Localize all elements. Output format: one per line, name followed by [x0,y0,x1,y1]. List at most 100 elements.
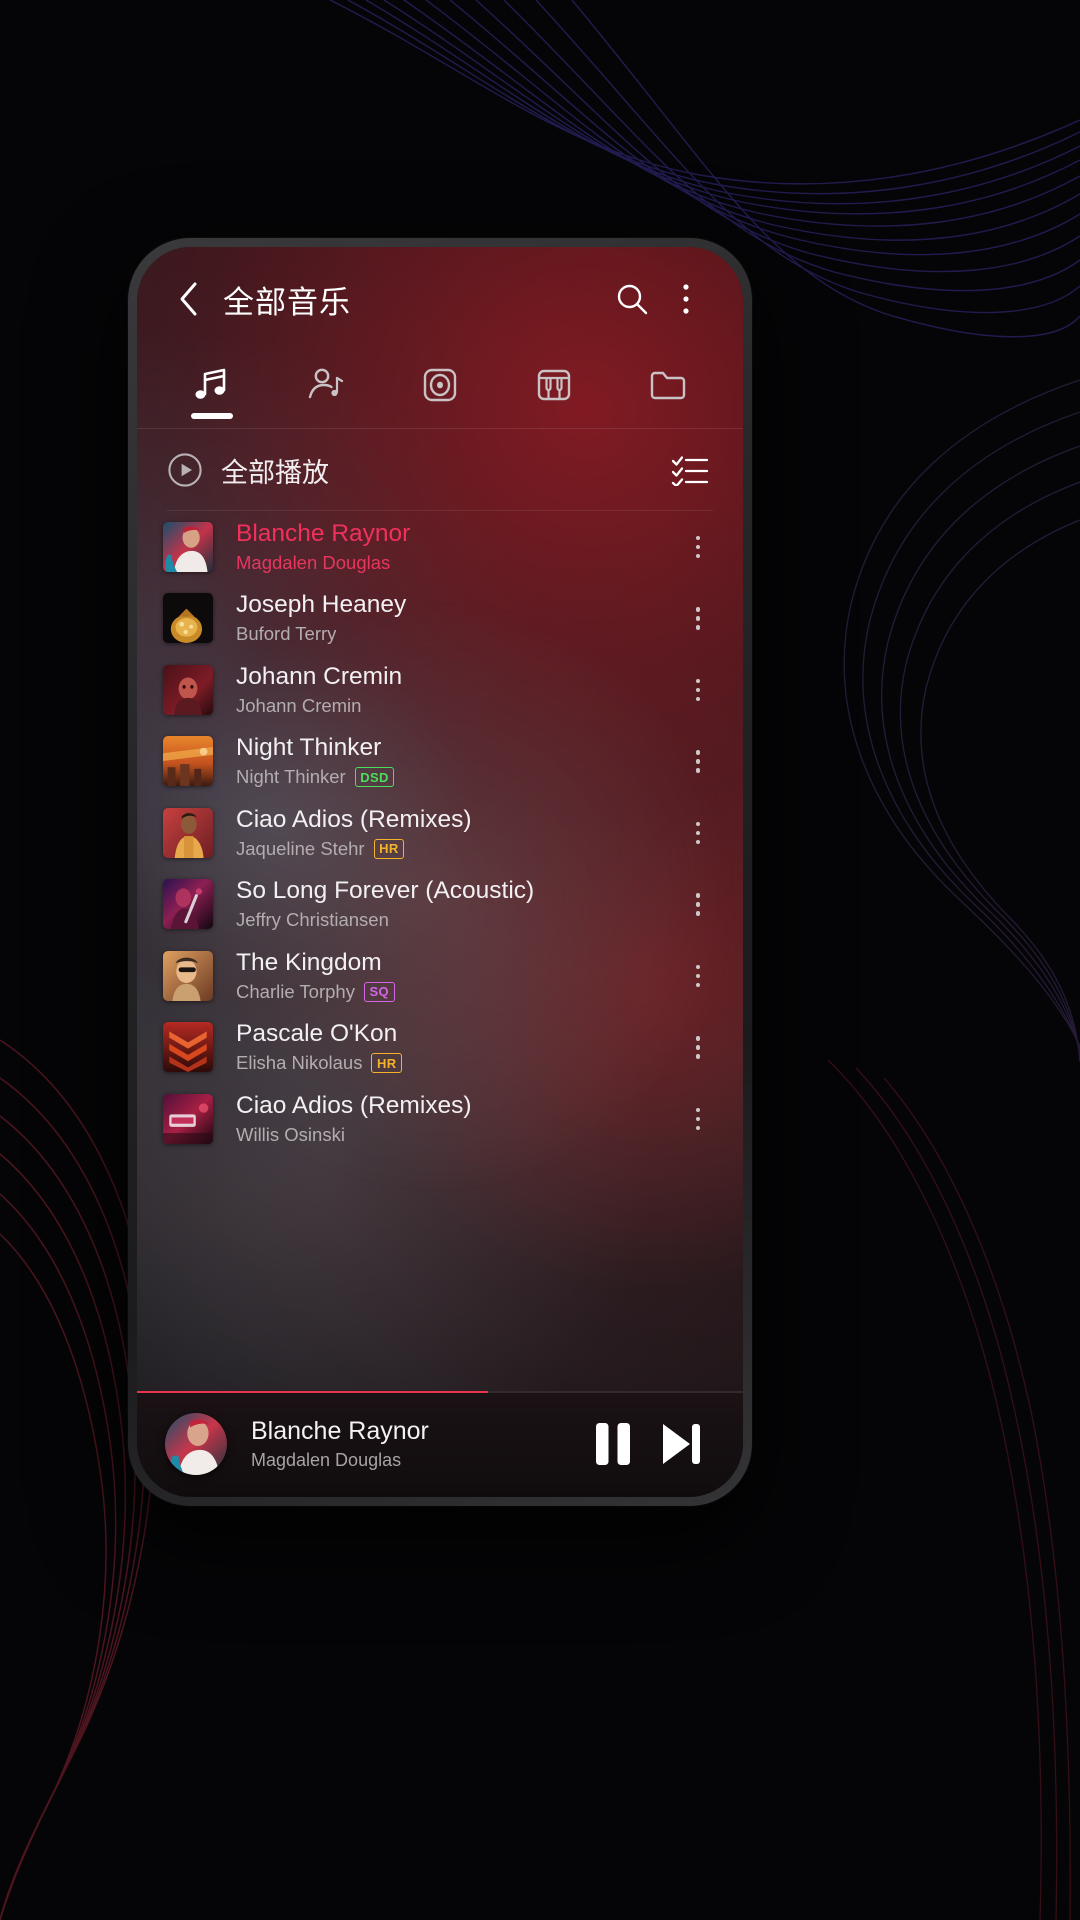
song-overflow-button[interactable] [675,1090,721,1148]
song-meta: So Long Forever (Acoustic) Jeffry Christi… [236,877,675,931]
app-header: 全部音乐 [137,247,743,351]
play-all-button[interactable]: 全部播放 [167,451,329,490]
song-overflow-button[interactable] [675,1018,721,1076]
tab-active-indicator [647,413,689,419]
play-all-label: 全部播放 [221,457,329,488]
song-overflow-button[interactable] [675,875,721,933]
more-vertical-icon [695,821,701,826]
tab-active-indicator [191,412,233,419]
tab-genres[interactable] [497,351,611,429]
song-artist: Magdalen Douglas [236,551,391,573]
song-artist: Jeffry Christiansen [236,909,389,931]
next-track-button[interactable] [647,1410,715,1478]
more-vertical-icon [695,1036,701,1041]
more-vertical-icon [695,759,701,764]
album-artwork [163,736,213,787]
piano-keys-icon [533,362,575,408]
play-circle-icon [168,453,202,487]
album-artwork [163,1093,213,1144]
now-playing-artist: Magdalen Douglas [251,1450,402,1470]
more-vertical-icon [695,696,701,701]
back-button[interactable] [167,278,209,320]
more-vertical-icon [695,1116,701,1121]
pause-button[interactable] [579,1410,647,1478]
song-title: Ciao Adios (Remixes) [236,805,472,833]
search-button[interactable] [605,272,659,326]
song-meta: Ciao Adios (Remixes) Willis Osinski [236,1092,675,1146]
song-row[interactable]: Johann Cremin Johann Cremin [137,654,743,726]
more-vertical-icon [695,553,701,558]
song-row[interactable]: Joseph Heaney Buford Terry [137,583,743,655]
song-title: Johann Cremin [236,662,403,690]
song-artist: Jaqueline Stehr [236,837,365,859]
music-note-icon [191,362,233,408]
song-meta: Pascale O'Kon Elisha Nikolaus HR [236,1020,675,1074]
more-vertical-icon [695,616,701,621]
search-icon [617,284,648,315]
song-row[interactable]: Ciao Adios (Remixes) Willis Osinski [137,1083,743,1155]
play-all-bar: 全部播放 [137,429,743,511]
more-vertical-icon [683,284,689,314]
more-vertical-icon [695,1045,701,1050]
song-meta: Night Thinker Night Thinker DSD [236,734,675,788]
song-row[interactable]: The Kingdom Charlie Torphy SQ [137,940,743,1012]
more-vertical-icon [695,982,701,987]
tab-artists[interactable] [269,351,383,429]
quality-badge: DSD [354,767,395,788]
multiselect-button[interactable] [667,447,713,493]
song-artist: Night Thinker [236,766,346,788]
more-vertical-icon [695,1054,701,1059]
song-title: Joseph Heaney [236,591,407,619]
song-row[interactable]: Night Thinker Night Thinker DSD [137,726,743,798]
now-playing-bar[interactable]: Blanche Raynor Magdalen Douglas [137,1391,743,1497]
song-overflow-button[interactable] [675,732,721,790]
album-artwork [163,521,213,572]
tab-active-indicator [305,413,347,419]
song-meta: Johann Cremin Johann Cremin [236,663,675,717]
song-title: Blanche Raynor [236,519,411,547]
overflow-menu-button[interactable] [659,272,713,326]
song-overflow-button[interactable] [675,518,721,576]
song-subline: Buford Terry [236,623,675,645]
pause-icon [596,1423,630,1465]
song-meta: Joseph Heaney Buford Terry [236,591,675,645]
song-subline: Jaqueline Stehr HR [236,838,675,860]
album-artwork [163,807,213,858]
song-list[interactable]: Blanche Raynor Magdalen Douglas Joseph Hea… [137,511,743,1155]
song-row[interactable]: Pascale O'Kon Elisha Nikolaus HR [137,1012,743,1084]
album-artwork [163,1022,213,1073]
checklist-icon [671,456,709,486]
song-row[interactable]: Blanche Raynor Magdalen Douglas [137,511,743,583]
phone-device-frame: 全部音乐 全部播放 Blanche Raynor Magdalen Dougla… [128,238,752,1506]
song-artist: Charlie Torphy [236,980,355,1002]
more-vertical-icon [695,1107,701,1112]
song-overflow-button[interactable] [675,661,721,719]
quality-badge: HR [373,838,405,859]
song-row[interactable]: Ciao Adios (Remixes) Jaqueline Stehr HR [137,797,743,869]
album-artwork [163,664,213,715]
tab-folders[interactable] [611,351,725,429]
song-subline: Willis Osinski [236,1124,675,1146]
song-meta: Blanche Raynor Magdalen Douglas [236,520,675,574]
playback-progress-bar[interactable] [137,1391,743,1393]
song-title: So Long Forever (Acoustic) [236,877,535,905]
artist-icon [305,362,347,408]
more-vertical-icon [695,544,701,549]
tab-albums[interactable] [383,351,497,429]
song-row[interactable]: So Long Forever (Acoustic) Jeffry Christi… [137,869,743,941]
more-vertical-icon [695,687,701,692]
song-subline: Johann Cremin [236,695,675,717]
song-overflow-button[interactable] [675,804,721,862]
song-overflow-button[interactable] [675,947,721,1005]
song-meta: Ciao Adios (Remixes) Jaqueline Stehr HR [236,806,675,860]
more-vertical-icon [695,678,701,683]
tab-songs[interactable] [155,351,269,429]
page-title: 全部音乐 [223,284,351,320]
now-playing-meta: Blanche Raynor Magdalen Douglas [251,1417,579,1471]
song-overflow-button[interactable] [675,589,721,647]
album-disc-icon [419,362,461,408]
song-meta: The Kingdom Charlie Torphy SQ [236,949,675,1003]
more-vertical-icon [695,768,701,773]
quality-badge: HR [371,1053,403,1074]
quality-badge: SQ [363,981,395,1002]
